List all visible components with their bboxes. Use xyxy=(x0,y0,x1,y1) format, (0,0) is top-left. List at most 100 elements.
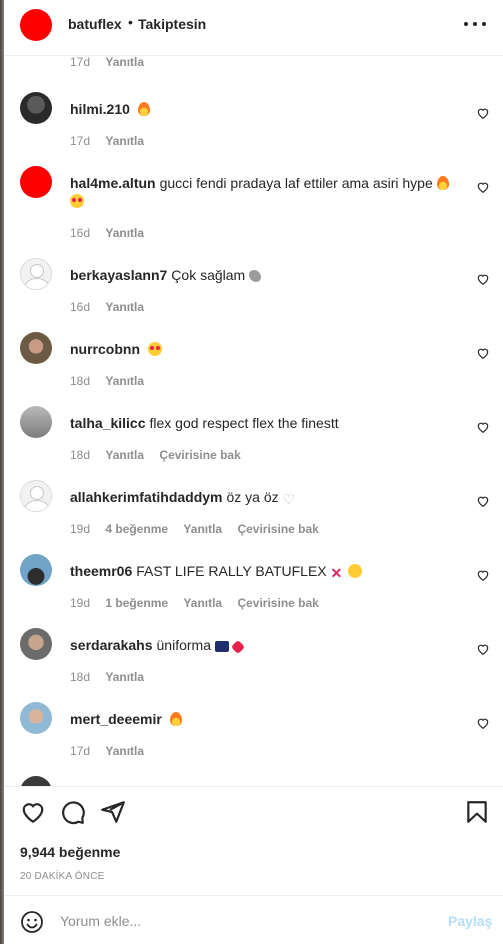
like-comment-heart-icon[interactable] xyxy=(476,180,490,194)
comment-item: hilmi.210 17d Yanıtla xyxy=(4,92,503,166)
like-comment-heart-icon[interactable] xyxy=(476,642,490,656)
reply-button[interactable]: Yanıtla xyxy=(105,226,144,240)
commenter-avatar[interactable] xyxy=(20,554,52,586)
partial-comment-meta: 17d Yanıtla xyxy=(70,56,156,69)
more-options-icon[interactable] xyxy=(464,14,486,34)
comment-text: theemr06 FAST LIFE RALLY BATUFLEX ✕ xyxy=(70,562,450,581)
reply-button[interactable]: Yanıtla xyxy=(183,596,222,610)
heart-eyes-emoji-icon xyxy=(147,342,162,356)
share-icon[interactable] xyxy=(100,799,126,825)
face-emoji-icon xyxy=(348,564,363,578)
like-comment-heart-icon[interactable] xyxy=(476,420,490,434)
comment-item: hal4me.altun gucci fendi pradaya laf etti… xyxy=(4,166,503,240)
heart-eyes-emoji-icon xyxy=(70,194,84,208)
like-comment-heart-icon[interactable] xyxy=(476,106,490,120)
comment-time: 16d xyxy=(70,226,91,240)
commenter-username[interactable]: nurrcobnn xyxy=(70,341,140,357)
comment-text: berkayaslann7 Çok sağlam xyxy=(70,266,450,284)
reply-button[interactable]: Yanıtla xyxy=(183,522,222,536)
cross-mark-emoji-icon: ✕ xyxy=(330,565,343,581)
comment-time: 17d xyxy=(70,56,91,69)
comments-list[interactable]: 17d Yanıtla hilmi.210 17d Yanıtla hal4me… xyxy=(4,56,503,786)
reply-button[interactable]: Yanıtla xyxy=(105,744,144,758)
commenter-avatar[interactable] xyxy=(20,406,52,438)
commenter-username[interactable]: talha_kilicc xyxy=(70,415,146,431)
comment-meta: 18d Yanıtla xyxy=(70,374,156,388)
comment-text: mert_deeemir xyxy=(70,710,450,728)
comment-meta: 19d 4 beğenme Yanıtla Çevirisine bak xyxy=(70,522,331,536)
default-avatar-icon[interactable] xyxy=(20,258,52,290)
comment-item: allahkerimfatihdaddym öz ya öz ♡ 19d 4 be… xyxy=(4,480,503,554)
comment-likes[interactable]: 1 beğenme xyxy=(105,596,168,610)
comment-item: serdarakahs üniforma 18d Yanıtla xyxy=(4,628,503,702)
comment-meta: 18d Yanıtla Çevirisine bak xyxy=(70,448,253,462)
commenter-username[interactable]: hilmi.210 xyxy=(70,101,130,117)
comment-likes[interactable]: 4 beğenme xyxy=(105,522,168,536)
commenter-username[interactable]: serdarakahs xyxy=(70,637,153,653)
commenter-username[interactable]: berkayaslann7 xyxy=(70,267,167,283)
commenter-username[interactable]: allahkerimfatihdaddym xyxy=(70,489,223,505)
action-bar xyxy=(4,799,503,829)
comment-item: mert_deeemir 17d Yanıtla xyxy=(4,702,503,776)
post-footer: 9,944 beğenme 20 DAKİKA ÖNCE Paylaş xyxy=(4,786,503,944)
comment-text: talha_kilicc flex god respect flex the fi… xyxy=(70,415,339,431)
comment-time: 16d xyxy=(70,300,91,314)
comment-meta: 16d Yanıtla xyxy=(70,226,156,240)
commenter-avatar[interactable] xyxy=(20,166,52,198)
reply-button[interactable]: Yanıtla xyxy=(105,448,144,462)
comment-meta: 16d Yanıtla xyxy=(70,300,156,314)
see-translation-button[interactable]: Çevirisine bak xyxy=(237,596,318,610)
post-header: batuflex • Takiptesin xyxy=(4,0,503,56)
like-comment-heart-icon[interactable] xyxy=(476,568,490,582)
reply-button[interactable]: Yanıtla xyxy=(105,374,144,388)
comment-text: hilmi.210 xyxy=(70,100,450,118)
like-comment-heart-icon[interactable] xyxy=(476,494,490,508)
comment-time: 18d xyxy=(70,670,91,684)
like-comment-heart-icon[interactable] xyxy=(476,346,490,360)
commenter-username[interactable]: mert_deeemir xyxy=(70,711,162,727)
save-bookmark-icon[interactable] xyxy=(464,799,490,825)
comment-item: berkayaslann7 Çok sağlam 16d Yanıtla xyxy=(4,258,503,332)
like-comment-heart-icon[interactable] xyxy=(476,716,490,730)
reply-button[interactable]: Yanıtla xyxy=(105,134,144,148)
author-username[interactable]: batuflex xyxy=(68,16,122,32)
like-heart-icon[interactable] xyxy=(20,799,46,825)
default-avatar-icon[interactable] xyxy=(20,480,52,512)
commenter-avatar[interactable] xyxy=(20,776,52,786)
author-avatar[interactable] xyxy=(20,9,52,41)
commenter-avatar[interactable] xyxy=(20,92,52,124)
comment-text: serdarakahs üniforma xyxy=(70,636,450,655)
like-comment-heart-icon[interactable] xyxy=(476,272,490,286)
white-heart-emoji-icon: ♡ xyxy=(282,491,296,507)
fire-emoji-icon xyxy=(137,102,150,116)
comment-input[interactable] xyxy=(60,910,430,932)
see-translation-button[interactable]: Çevirisine bak xyxy=(159,448,240,462)
commenter-avatar[interactable] xyxy=(20,628,52,660)
comment-item: theemr06 FAST LIFE RALLY BATUFLEX ✕ 19d 1… xyxy=(4,554,503,628)
reply-button[interactable]: Yanıtla xyxy=(105,56,144,69)
reply-button[interactable]: Yanıtla xyxy=(105,670,144,684)
emoji-smile-icon[interactable] xyxy=(20,910,44,934)
follow-status[interactable]: Takiptesin xyxy=(138,16,206,32)
comment-item: nurrcobnn 18d Yanıtla xyxy=(4,332,503,406)
post-comment-button[interactable]: Paylaş xyxy=(448,913,492,929)
comment-meta: 19d 1 beğenme Yanıtla Çevirisine bak xyxy=(70,596,331,610)
comment-icon[interactable] xyxy=(60,799,86,825)
commenter-avatar[interactable] xyxy=(20,332,52,364)
comment-meta: 18d Yanıtla xyxy=(70,670,156,684)
muscle-emoji-icon xyxy=(249,270,262,282)
comment-text: nurrcobnn xyxy=(70,340,450,358)
header-separator: • xyxy=(128,14,133,30)
see-translation-button[interactable]: Çevirisine bak xyxy=(237,522,318,536)
commenter-username[interactable]: theemr06 xyxy=(70,563,132,579)
comment-text: allahkerimfatihdaddym öz ya öz ♡ xyxy=(70,489,296,507)
comment-item: talha_kilicc flex god respect flex the fi… xyxy=(4,406,503,480)
post-likes-count[interactable]: 9,944 beğenme xyxy=(20,844,120,860)
comment-time: 18d xyxy=(70,374,91,388)
comment-time: 19d xyxy=(70,596,91,610)
reply-button[interactable]: Yanıtla xyxy=(105,300,144,314)
commenter-avatar[interactable] xyxy=(20,702,52,734)
commenter-username[interactable]: hal4me.altun xyxy=(70,175,156,191)
fire-emoji-icon xyxy=(436,176,449,190)
post-timestamp: 20 DAKİKA ÖNCE xyxy=(20,871,105,882)
